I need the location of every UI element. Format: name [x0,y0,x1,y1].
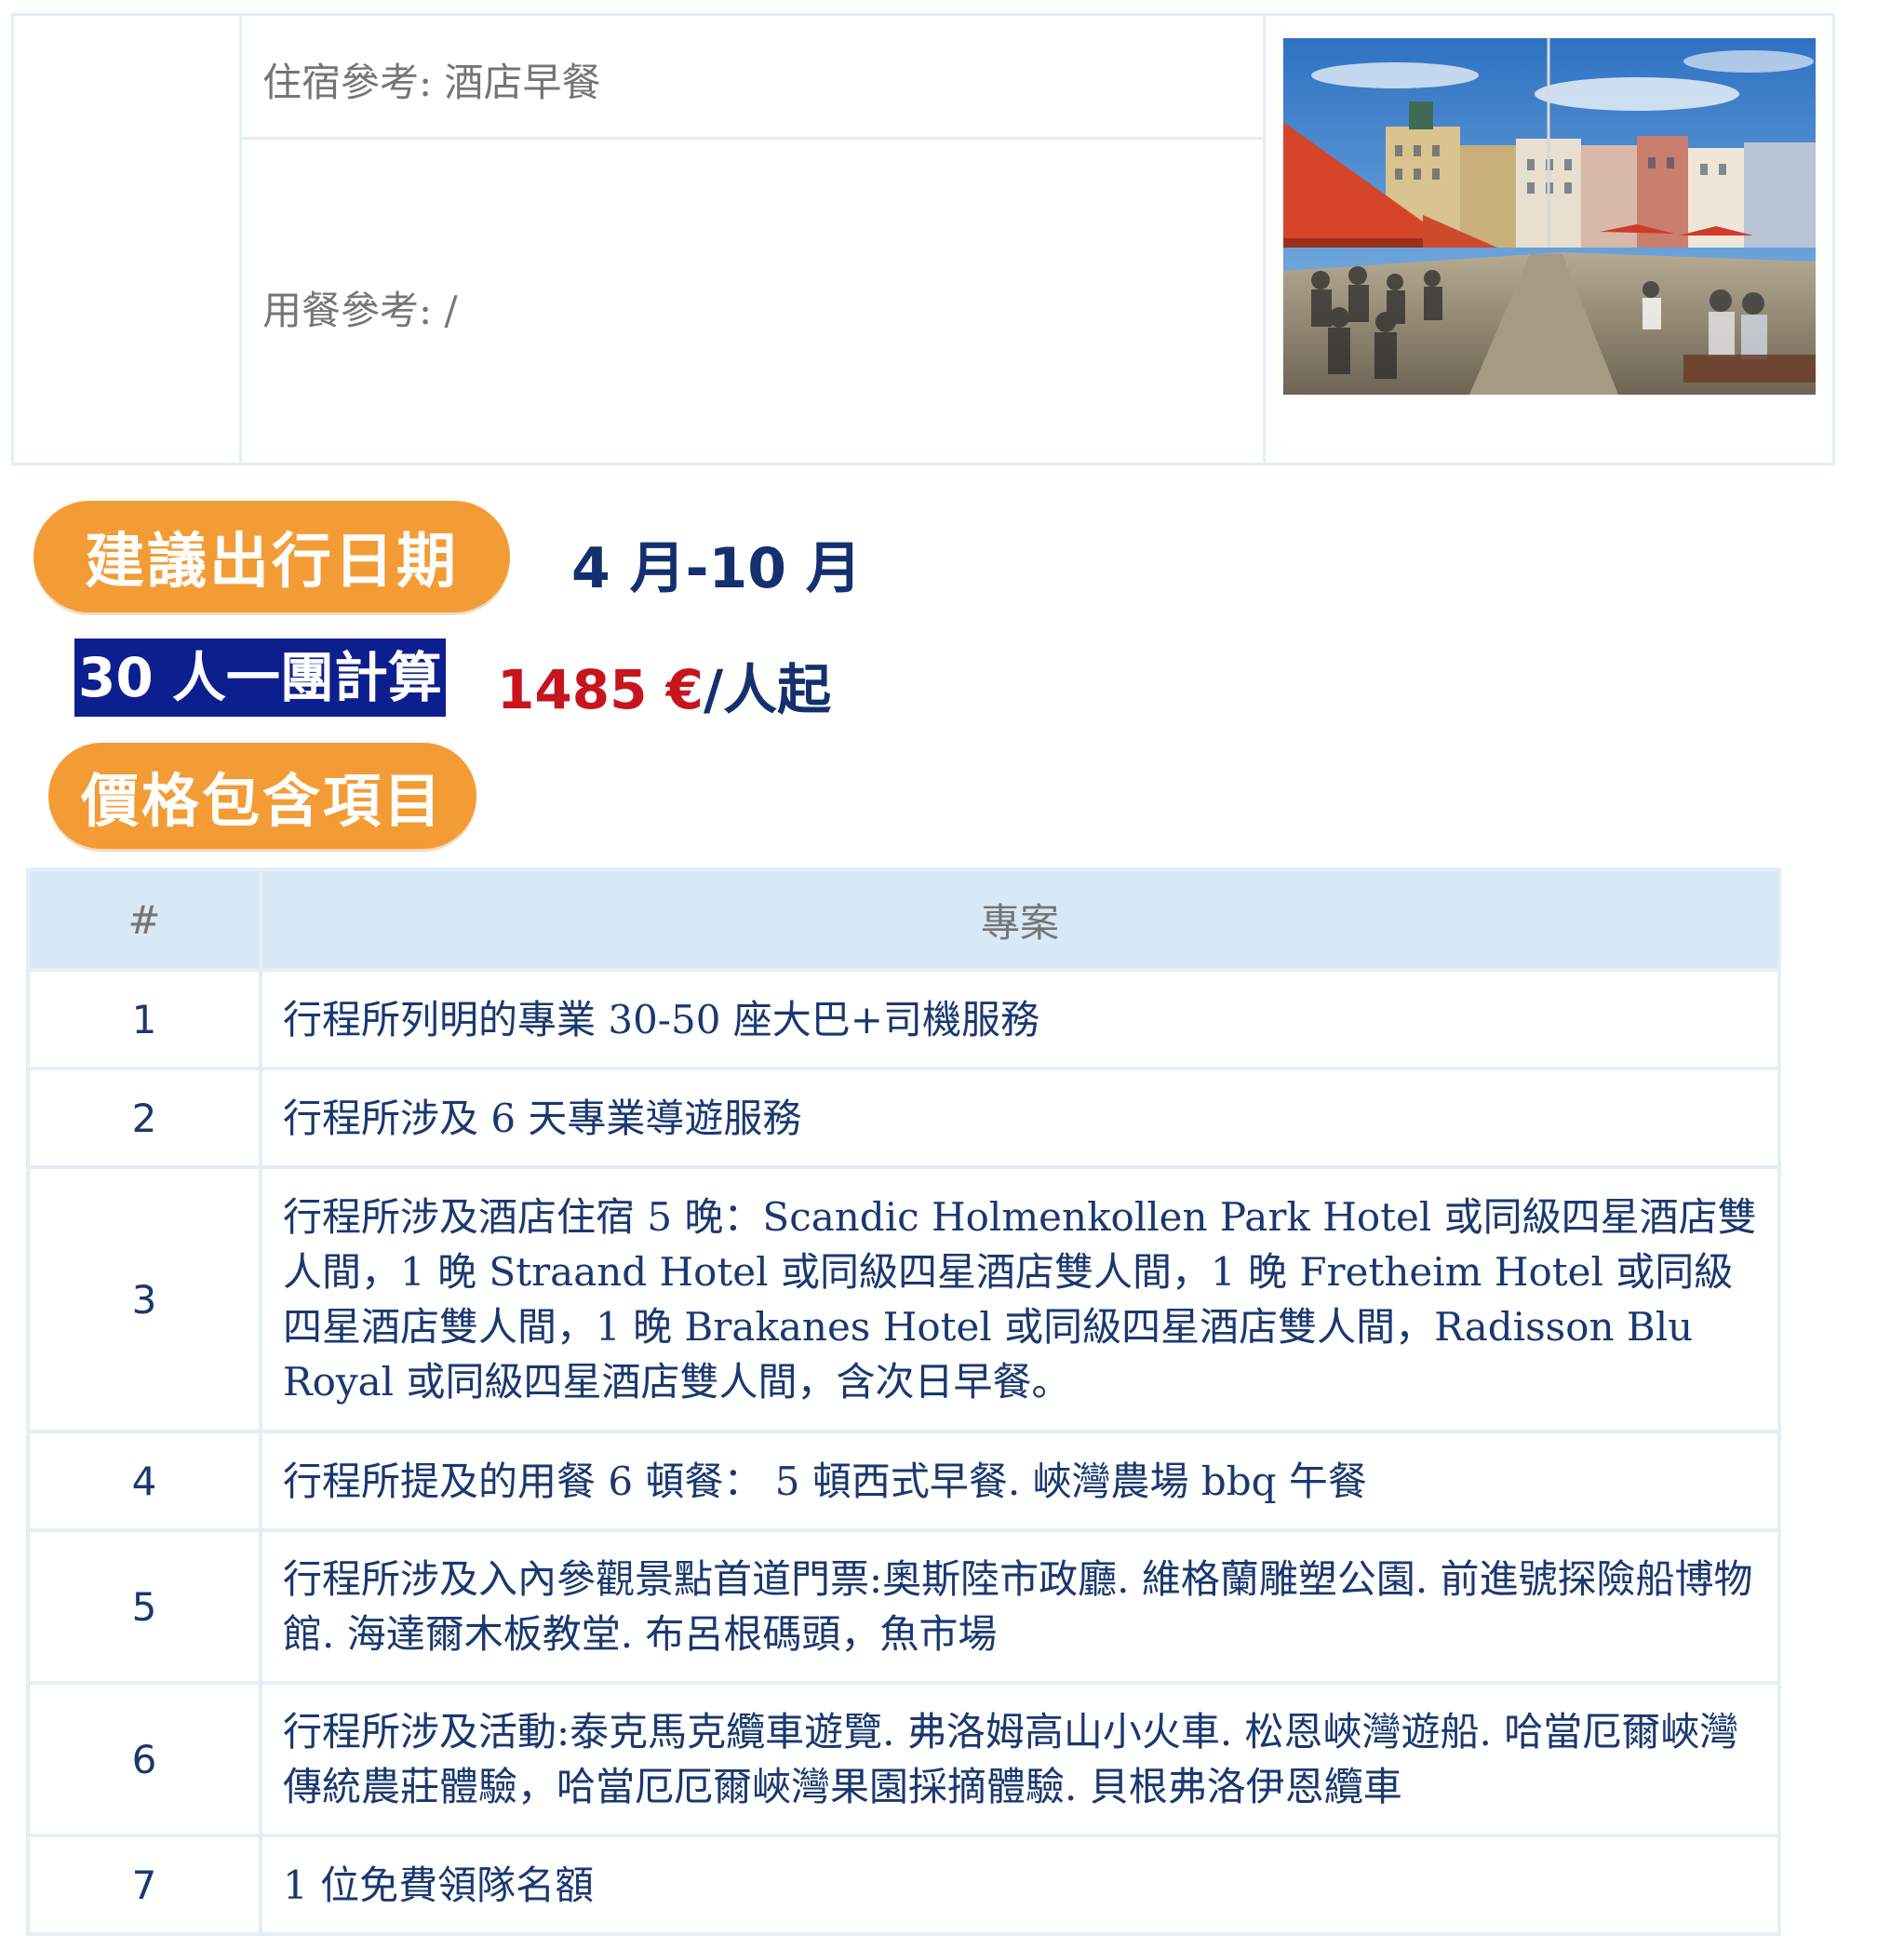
meals-text: 用餐參考: / [262,288,458,333]
info-table: 住宿參考: 酒店早餐 用餐參考: / [11,13,1835,465]
meals-row: 用餐參考: / [242,140,1263,463]
included-items-badge: 價格包含項目 [48,743,476,849]
table-row: 2 行程所涉及 6 天專業導遊服務 [26,1067,1781,1169]
column-header-item: 專案 [259,867,1781,972]
info-table-text-column: 住宿參考: 酒店早餐 用餐參考: / [242,16,1266,463]
row-number: 7 [26,1834,262,1936]
row-number: 5 [26,1528,262,1685]
table-row: 4 行程所提及的用餐 6 頓餐： 5 頓西式早餐. 峽灣農場 bbq 午餐 [26,1430,1781,1532]
table-header-row: # 專案 [26,867,1781,972]
group-size-label: 30 人一團計算 [74,639,446,717]
row-description: 行程所涉及入內參觀景點首道門票:奧斯陸市政廳. 維格蘭雕塑公園. 前進號探險船博… [259,1528,1781,1685]
row-number: 2 [26,1067,262,1169]
included-items-table: # 專案 1 行程所列明的專業 30-50 座大巴+司機服務 2 行程所涉及 6… [26,867,1781,1936]
column-header-number: # [26,867,262,972]
table-row: 7 1 位免費領隊名額 [26,1834,1781,1936]
harbour-photo [1283,38,1816,395]
row-description: 行程所提及的用餐 6 頓餐： 5 頓西式早餐. 峽灣農場 bbq 午餐 [259,1430,1781,1532]
row-description: 行程所涉及 6 天專業導遊服務 [259,1067,1781,1169]
travel-dates-badge: 建議出行日期 [34,501,510,612]
table-row: 1 行程所列明的專業 30-50 座大巴+司機服務 [26,968,1781,1070]
row-number: 4 [26,1430,262,1532]
row-description: 行程所列明的專業 30-50 座大巴+司機服務 [259,968,1781,1070]
table-row: 5 行程所涉及入內參觀景點首道門票:奧斯陸市政廳. 維格蘭雕塑公園. 前進號探險… [26,1528,1781,1685]
row-description: 1 位免費領隊名額 [259,1834,1781,1936]
price-line: 1485 €/人起 [497,646,831,724]
table-row: 3 行程所涉及酒店住宿 5 晚：Scandic Holmenkollen Par… [26,1165,1781,1433]
table-row: 6 行程所涉及活動:泰克馬克纜車遊覽. 弗洛姆高山小火車. 松恩峽灣遊船. 哈當… [26,1681,1781,1837]
travel-dates-value: 4 月-10 月 [571,536,862,601]
info-table-empty-cell [14,16,242,463]
accommodation-row: 住宿參考: 酒店早餐 [242,16,1263,140]
row-number: 3 [26,1165,262,1433]
price-amount: 1485 € [497,658,704,721]
row-number: 6 [26,1681,262,1837]
row-description: 行程所涉及活動:泰克馬克纜車遊覽. 弗洛姆高山小火車. 松恩峽灣遊船. 哈當厄爾… [259,1681,1781,1837]
row-description: 行程所涉及酒店住宿 5 晚：Scandic Holmenkollen Park … [259,1165,1781,1433]
price-unit: /人起 [703,658,832,721]
row-number: 1 [26,968,262,1070]
accommodation-text: 住宿參考: 酒店早餐 [262,60,601,105]
